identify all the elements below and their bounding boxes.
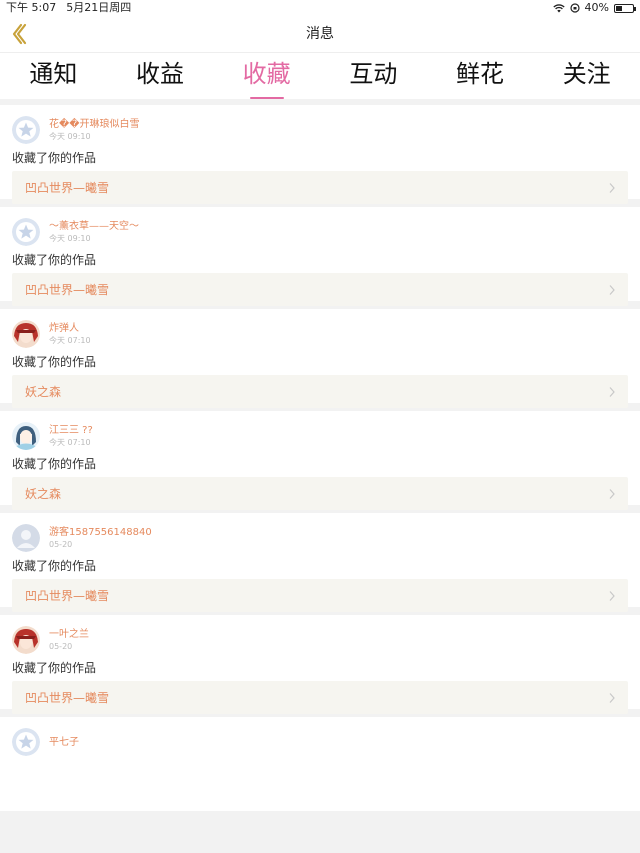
message-card: 平七子 bbox=[0, 717, 640, 811]
message-action: 收藏了你的作品 bbox=[12, 559, 97, 573]
avatar[interactable] bbox=[12, 626, 40, 654]
work-link[interactable]: 妖之森 bbox=[12, 477, 628, 510]
work-link[interactable]: 妖之森 bbox=[12, 375, 628, 408]
message-header: 花��开琳琅似白雪 今天 09:10 bbox=[12, 115, 628, 145]
work-title: 凹凸世界—曦雪 bbox=[25, 589, 110, 603]
status-bar: 下午 5:07 5月21日周四 40% bbox=[0, 0, 640, 16]
message-time: 今天 07:10 bbox=[49, 438, 91, 447]
work-link[interactable]: 凹凸世界—曦雪 bbox=[12, 579, 628, 612]
message-meta: 游客1587556148840 05-20 bbox=[49, 526, 152, 550]
work-title: 凹凸世界—曦雪 bbox=[25, 691, 110, 705]
status-date: 5月21日周四 bbox=[66, 1, 132, 14]
status-right: 40% bbox=[552, 0, 636, 16]
avatar[interactable] bbox=[12, 422, 40, 450]
battery-icon bbox=[614, 3, 636, 13]
message-meta: 平七子 bbox=[49, 736, 79, 749]
message-time: 今天 09:10 bbox=[49, 234, 91, 243]
tab-notifications[interactable]: 通知 bbox=[0, 53, 107, 99]
message-meta: 江三三 ?? 今天 07:10 bbox=[49, 424, 93, 448]
status-left: 下午 5:07 5月21日周四 bbox=[6, 0, 131, 16]
message-time: 今天 07:10 bbox=[49, 336, 91, 345]
message-card: 游客1587556148840 05-20 收藏了你的作品凹凸世界—曦雪 bbox=[0, 513, 640, 612]
username[interactable]: 平七子 bbox=[49, 736, 79, 749]
message-header: 江三三 ?? 今天 07:10 bbox=[12, 421, 628, 451]
work-link[interactable]: 凹凸世界—曦雪 bbox=[12, 273, 628, 306]
message-header: 平七子 bbox=[12, 727, 628, 757]
message-action: 收藏了你的作品 bbox=[12, 151, 97, 165]
avatar[interactable] bbox=[12, 728, 40, 756]
message-meta: 一叶之兰 05-20 bbox=[49, 628, 89, 652]
tab-interactions[interactable]: 互动 bbox=[320, 53, 427, 99]
wifi-icon bbox=[552, 3, 565, 12]
avatar[interactable] bbox=[12, 116, 40, 144]
work-link[interactable]: 凹凸世界—曦雪 bbox=[12, 171, 628, 204]
page-title: 消息 bbox=[306, 26, 334, 42]
message-action: 收藏了你的作品 bbox=[12, 253, 97, 267]
work-title: 妖之森 bbox=[25, 487, 62, 501]
tab-favorites[interactable]: 收藏 bbox=[213, 53, 320, 99]
nav-bar: 消息 bbox=[0, 16, 640, 53]
avatar[interactable] bbox=[12, 218, 40, 246]
message-header: 游客1587556148840 05-20 bbox=[12, 523, 628, 553]
avatar[interactable] bbox=[12, 320, 40, 348]
chevron-right-icon bbox=[609, 590, 615, 601]
username[interactable]: 游客1587556148840 bbox=[49, 526, 152, 539]
avatar[interactable] bbox=[12, 524, 40, 552]
tab-follows[interactable]: 关注 bbox=[533, 53, 640, 99]
username[interactable]: ～薰衣草——天空～ bbox=[49, 220, 139, 233]
message-header: ～薰衣草——天空～ 今天 09:10 bbox=[12, 217, 628, 247]
tab-bar: 通知 收益 收藏 互动 鲜花 关注 bbox=[0, 53, 640, 99]
chevron-right-icon bbox=[609, 182, 615, 193]
message-card: 花��开琳琅似白雪 今天 09:10 收藏了你的作品凹凸世界—曦雪 bbox=[0, 105, 640, 204]
rotation-lock-icon bbox=[569, 3, 580, 13]
message-action: 收藏了你的作品 bbox=[12, 661, 97, 675]
message-header: 炸弹人 今天 07:10 bbox=[12, 319, 628, 349]
message-list: 花��开琳琅似白雪 今天 09:10 收藏了你的作品 凹凸世界—曦雪 ～薰衣草——天空～… bbox=[0, 99, 640, 811]
username[interactable]: 炸弹人 bbox=[49, 322, 91, 335]
tab-flowers[interactable]: 鲜花 bbox=[427, 53, 534, 99]
message-meta: 炸弹人 今天 07:10 bbox=[49, 322, 91, 346]
message-time: 05-20 bbox=[49, 642, 73, 651]
message-card: 炸弹人 今天 07:10 收藏了你的作品妖之森 bbox=[0, 309, 640, 408]
username[interactable]: 花��开琳琅似白雪 bbox=[49, 118, 140, 131]
chevron-right-icon bbox=[609, 284, 615, 295]
chevron-right-icon bbox=[609, 488, 615, 499]
username[interactable]: 江三三 ?? bbox=[49, 424, 93, 437]
message-header: 一叶之兰 05-20 bbox=[12, 625, 628, 655]
username[interactable]: 一叶之兰 bbox=[49, 628, 89, 641]
battery-percent: 40% bbox=[584, 1, 609, 14]
chevron-right-icon bbox=[609, 386, 615, 397]
message-time: 05-20 bbox=[49, 540, 73, 549]
message-action: 收藏了你的作品 bbox=[12, 457, 97, 471]
message-card: ～薰衣草——天空～ 今天 09:10 收藏了你的作品凹凸世界—曦雪 bbox=[0, 207, 640, 306]
work-title: 妖之森 bbox=[25, 385, 62, 399]
battery-level bbox=[616, 5, 623, 11]
message-card: 一叶之兰 05-20 收藏了你的作品凹凸世界—曦雪 bbox=[0, 615, 640, 714]
work-title: 凹凸世界—曦雪 bbox=[25, 283, 110, 297]
work-title: 凹凸世界—曦雪 bbox=[25, 181, 110, 195]
chevron-right-icon bbox=[609, 692, 615, 703]
message-time: 今天 09:10 bbox=[49, 132, 91, 141]
tab-earnings[interactable]: 收益 bbox=[107, 53, 214, 99]
status-time: 下午 5:07 bbox=[6, 1, 57, 14]
message-meta: ～薰衣草——天空～ 今天 09:10 bbox=[49, 220, 139, 244]
message-action: 收藏了你的作品 bbox=[12, 355, 97, 369]
work-link[interactable]: 凹凸世界—曦雪 bbox=[12, 681, 628, 714]
message-meta: 花��开琳琅似白雪 今天 09:10 bbox=[49, 118, 140, 142]
message-card: 江三三 ?? 今天 07:10 收藏了你的作品妖之森 bbox=[0, 411, 640, 510]
